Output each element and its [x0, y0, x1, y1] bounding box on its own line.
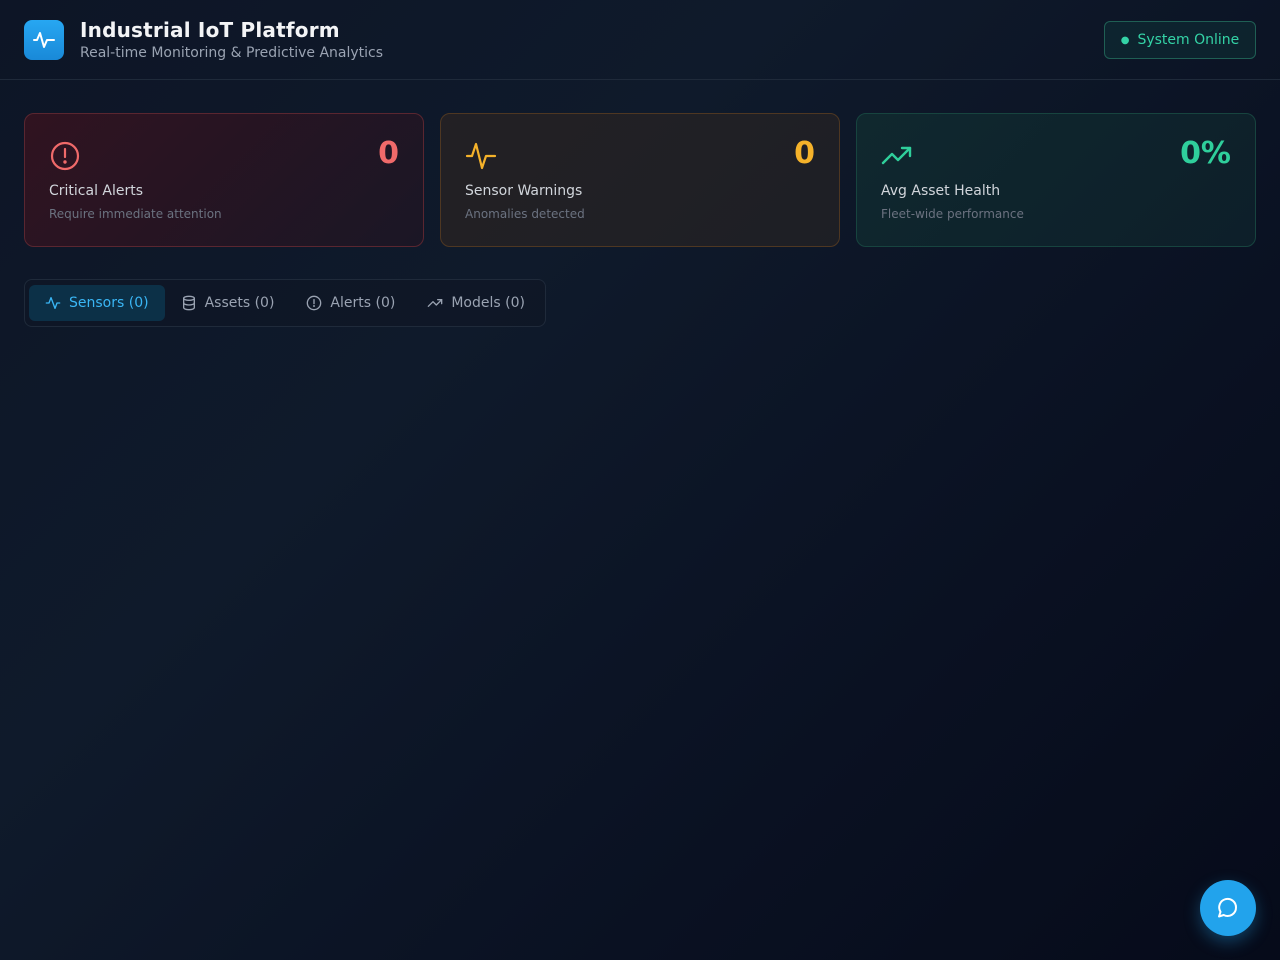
page-title: Industrial IoT Platform [80, 17, 340, 42]
critical-alerts-label: Critical Alerts [49, 183, 144, 199]
activity-icon [45, 297, 61, 309]
app-header: Industrial IoT Platform Real-time Monito… [0, 0, 1280, 80]
trending-up-icon [427, 299, 443, 307]
chat-button[interactable] [1200, 880, 1256, 936]
tab-models[interactable]: Models (0) [411, 285, 541, 321]
tab-label: Alerts (0) [330, 295, 396, 311]
tab-label: Assets (0) [204, 295, 275, 311]
activity-icon [33, 31, 55, 48]
page-subtitle: Real-time Monitoring & Predictive Analyt… [80, 44, 384, 61]
asset-health-card[interactable]: 0% Avg Asset Health Fleet-wide performan… [856, 113, 1256, 247]
message-circle-icon [1218, 897, 1238, 918]
tab-label: Sensors (0) [69, 295, 149, 311]
logo [24, 19, 64, 60]
tab-alerts[interactable]: Alerts (0) [290, 285, 411, 321]
critical-alerts-card[interactable]: 0 Critical Alerts Require immediate atte… [24, 113, 424, 247]
sensor-warnings-card[interactable]: 0 Sensor Warnings Anomalies detected [440, 113, 840, 247]
alert-circle-icon [307, 295, 322, 311]
tab-label: Models (0) [451, 295, 525, 311]
sensor-warnings-label: Sensor Warnings [465, 183, 583, 199]
system-status-badge[interactable]: ● System Online [1104, 21, 1256, 59]
alert-circle-icon [50, 141, 80, 171]
asset-health-value: 0% [1180, 136, 1231, 171]
sensor-warnings-sub: Anomalies detected [465, 207, 585, 221]
asset-health-sub: Fleet-wide performance [881, 207, 1024, 221]
status-dot-icon: ● [1120, 34, 1130, 46]
main-tabs: Sensors (0) Assets (0) Alerts (0) Models… [24, 279, 546, 327]
tab-sensors[interactable]: Sensors (0) [29, 285, 165, 321]
critical-alerts-count: 0 [378, 136, 399, 171]
trending-up-icon [881, 146, 912, 165]
summary-cards: 0 Critical Alerts Require immediate atte… [24, 113, 1256, 247]
database-icon [182, 295, 195, 311]
activity-icon [465, 142, 497, 170]
tab-assets[interactable]: Assets (0) [165, 285, 291, 321]
sensor-warnings-count: 0 [794, 136, 815, 171]
status-label: System Online [1137, 32, 1240, 48]
critical-alerts-sub: Require immediate attention [49, 207, 222, 221]
asset-health-label: Avg Asset Health [881, 183, 1001, 199]
